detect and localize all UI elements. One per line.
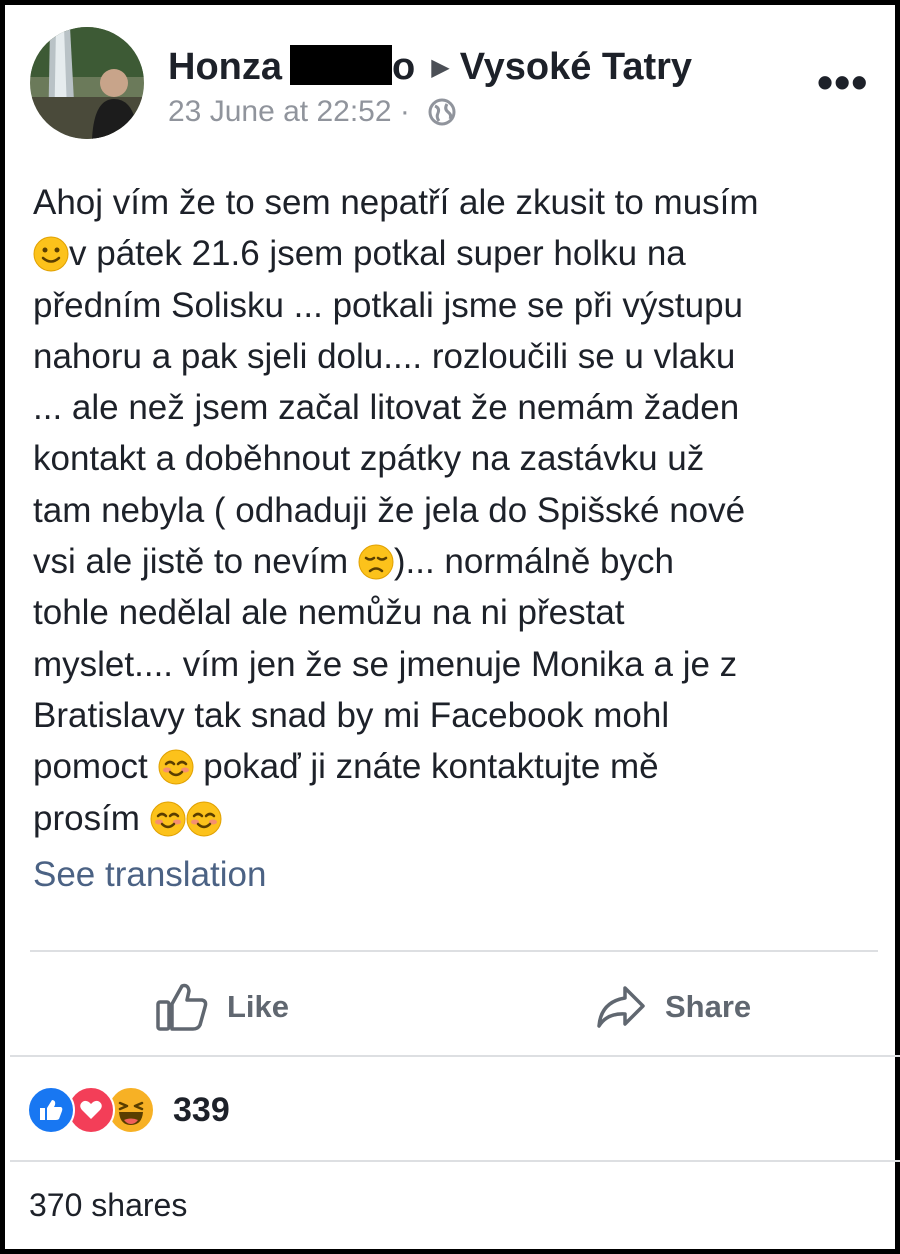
post-line: Ahoj vím že to sem nepatří ale zkusit to… bbox=[33, 183, 759, 222]
like-button[interactable]: Like bbox=[155, 977, 289, 1037]
divider bbox=[30, 950, 878, 952]
group-name[interactable]: Vysoké Tatry bbox=[460, 46, 692, 88]
post-line: Bratislavy tak snad by mi Facebook mohl bbox=[33, 695, 670, 735]
post-line-text: )... normálně bych bbox=[393, 542, 674, 582]
post-line: předním Solisku ... potkali jsme se při … bbox=[33, 285, 744, 325]
globe-icon bbox=[428, 98, 456, 134]
avatar[interactable] bbox=[30, 27, 144, 139]
blush-emoji-icon bbox=[150, 800, 186, 851]
post-line-text: pokaď ji znáte kontaktujte mě bbox=[203, 747, 659, 787]
post-frame: Honza o ▶ Vysoké Tatry 23 June at 22:52 · •… bbox=[0, 0, 900, 1254]
post-line-text: vsi ale jistě to nevím bbox=[33, 542, 349, 582]
blush-emoji-icon bbox=[186, 800, 222, 851]
caret-right-icon: ▶ bbox=[431, 54, 450, 81]
post-line: tohle nedělal ale nemůžu na ni přestat bbox=[33, 593, 625, 633]
post-text: Ahoj vím že to sem nepatří ale zkusit to… bbox=[33, 177, 883, 844]
post-line: vsi ale jistě to nevím )... normálně byc… bbox=[33, 536, 883, 587]
post-line: pomoct pokaď ji znáte kontaktujte mě bbox=[33, 741, 883, 792]
post-line: kontakt a doběhnout zpátky na zastávku u… bbox=[33, 439, 705, 479]
post-line: prosím bbox=[33, 793, 883, 844]
divider bbox=[10, 1055, 900, 1057]
author-name[interactable]: Honza bbox=[168, 46, 282, 88]
more-options-button[interactable]: ••• bbox=[817, 55, 868, 109]
post-line: tam nebyla ( odhaduji že jela do Spišské… bbox=[33, 490, 746, 530]
meta-separator: · bbox=[399, 95, 410, 128]
post-line: nahoru a pak sjeli dolu.... rozloučili s… bbox=[33, 336, 736, 376]
post-line-text: prosím bbox=[33, 798, 140, 838]
shares-count[interactable]: 370 shares bbox=[29, 1187, 187, 1224]
thumbs-up-icon bbox=[156, 983, 208, 1031]
like-label: Like bbox=[227, 989, 290, 1024]
post-line: v pátek 21.6 jsem potkal super holku na bbox=[33, 228, 883, 279]
post-meta: 23 June at 22:52 · bbox=[168, 95, 456, 134]
redaction-box bbox=[290, 45, 392, 85]
share-label: Share bbox=[665, 989, 752, 1024]
timestamp[interactable]: 23 June at 22:52 bbox=[168, 95, 392, 128]
post-line-text: v pátek 21.6 jsem potkal super holku na bbox=[69, 234, 686, 274]
author-name-suffix: o bbox=[392, 46, 416, 88]
reactions-summary[interactable]: 339 bbox=[27, 1085, 230, 1135]
post-line-text: pomoct bbox=[33, 747, 148, 787]
post-line: myslet.... vím jen že se jmenuje Monika … bbox=[33, 644, 738, 684]
author-line: Honza o ▶ Vysoké Tatry bbox=[168, 45, 692, 90]
share-arrow-icon bbox=[597, 986, 645, 1028]
share-button[interactable]: Share bbox=[595, 977, 751, 1037]
see-translation-link[interactable]: See translation bbox=[33, 855, 266, 895]
reaction-count: 339 bbox=[173, 1090, 230, 1129]
blush-emoji-icon bbox=[158, 748, 194, 799]
like-reaction-icon bbox=[27, 1086, 75, 1134]
post-line: ... ale než jsem začal litovat že nemám … bbox=[33, 388, 740, 428]
slight-smile-emoji-icon bbox=[33, 235, 69, 286]
divider bbox=[10, 1160, 900, 1162]
